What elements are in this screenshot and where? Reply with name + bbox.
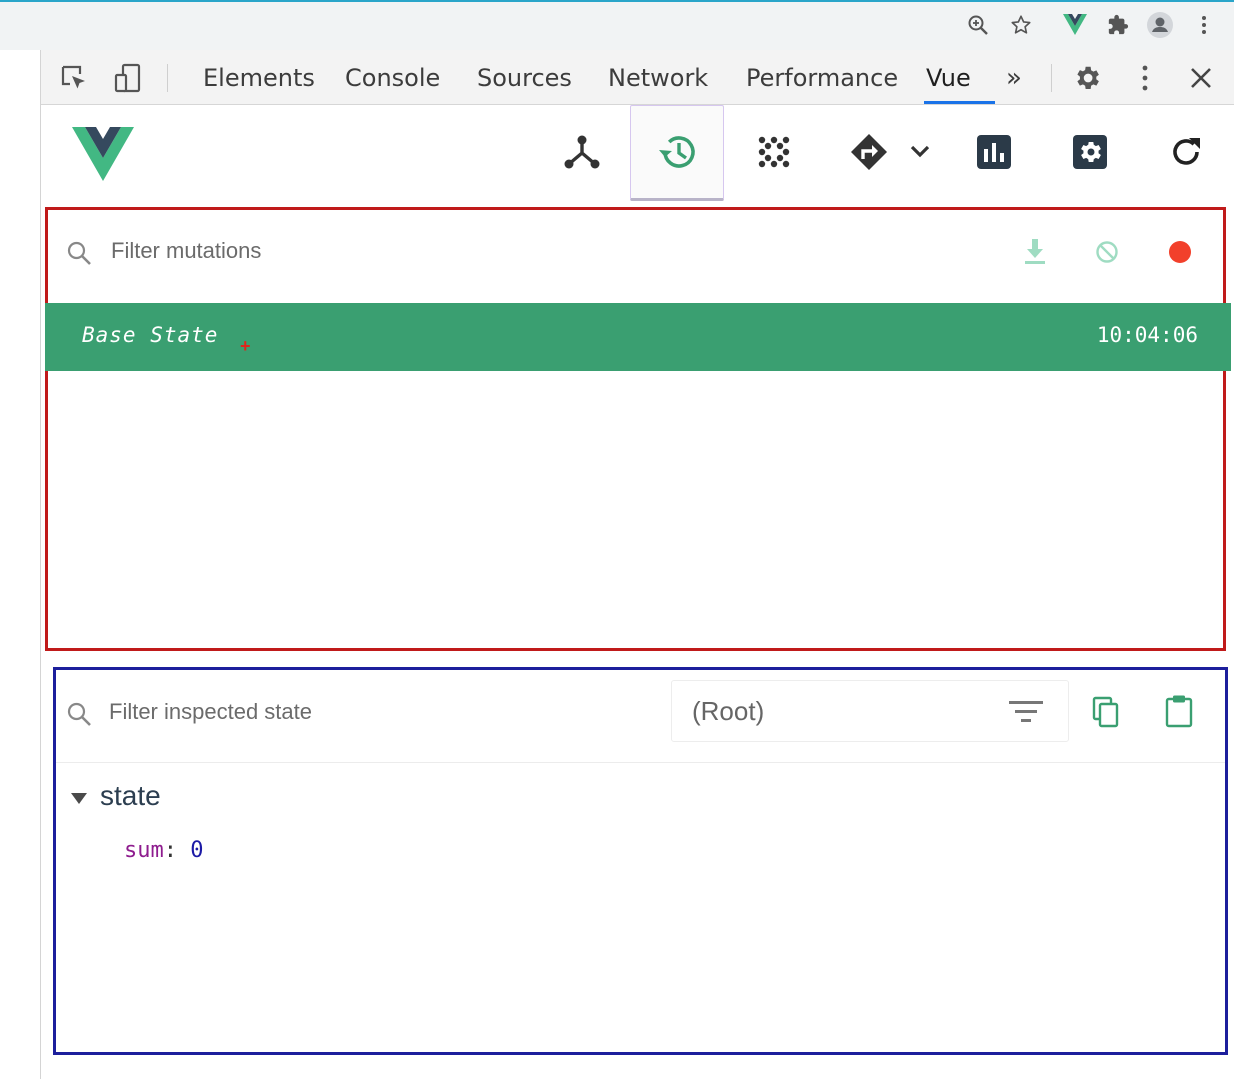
toolbar-divider bbox=[167, 64, 168, 92]
more-tabs-button[interactable]: » bbox=[1006, 50, 1022, 104]
timeline-tool-icon[interactable] bbox=[630, 105, 724, 201]
tab-sources[interactable]: Sources bbox=[477, 50, 572, 104]
devtools-menu-icon[interactable] bbox=[1130, 63, 1160, 93]
routing-tool-icon[interactable] bbox=[839, 105, 939, 199]
vuex-store-icon[interactable] bbox=[727, 105, 821, 199]
crosshair-cursor-icon: + bbox=[240, 336, 251, 356]
state-property[interactable]: sum: 0 bbox=[124, 838, 204, 863]
settings-gear-icon[interactable] bbox=[1072, 63, 1102, 93]
extensions-puzzle-icon[interactable] bbox=[1105, 12, 1131, 38]
refresh-icon[interactable] bbox=[1139, 105, 1233, 199]
state-section-label[interactable]: state bbox=[100, 780, 161, 812]
search-icon bbox=[66, 240, 92, 271]
clear-mutations-icon[interactable] bbox=[1095, 240, 1119, 269]
browser-menu-icon[interactable] bbox=[1191, 12, 1217, 38]
property-value: 0 bbox=[190, 838, 204, 863]
state-filter-input[interactable]: Filter inspected state bbox=[109, 699, 312, 725]
mutation-row[interactable]: Base State + 10:04:06 bbox=[45, 303, 1231, 371]
tab-elements[interactable]: Elements bbox=[203, 50, 315, 104]
state-inspector-panel: Filter inspected state (Root) state sum:… bbox=[53, 667, 1228, 1055]
filter-list-icon[interactable] bbox=[1008, 699, 1044, 730]
components-tool-icon[interactable] bbox=[535, 105, 629, 199]
vue-logo-icon bbox=[72, 127, 134, 186]
mutations-filter-placeholder[interactable]: Filter mutations bbox=[111, 238, 261, 264]
record-icon[interactable] bbox=[1168, 240, 1192, 269]
copy-icon[interactable] bbox=[1092, 696, 1120, 733]
tab-console[interactable]: Console bbox=[345, 50, 440, 104]
tab-vue[interactable]: Vue bbox=[924, 50, 995, 104]
page-viewport bbox=[0, 50, 41, 1079]
export-download-icon[interactable] bbox=[1023, 237, 1047, 270]
devtools-tab-bar: Elements Console Sources Network Perform… bbox=[41, 50, 1234, 105]
tab-performance[interactable]: Performance bbox=[746, 50, 898, 104]
mutation-label: Base State bbox=[82, 323, 219, 347]
browser-toolbar bbox=[0, 0, 1234, 50]
paste-clipboard-icon[interactable] bbox=[1165, 694, 1193, 733]
vue-extension-icon[interactable] bbox=[1062, 12, 1088, 38]
expand-triangle-icon[interactable] bbox=[71, 793, 87, 804]
zoom-icon[interactable] bbox=[965, 12, 991, 38]
vue-settings-icon[interactable] bbox=[1043, 105, 1137, 199]
inspect-element-icon[interactable] bbox=[59, 63, 89, 93]
device-toolbar-icon[interactable] bbox=[113, 63, 143, 93]
mutation-timestamp: 10:04:06 bbox=[1096, 323, 1198, 347]
state-filter-bar: Filter inspected state (Root) bbox=[56, 670, 1225, 763]
bookmark-star-icon[interactable] bbox=[1008, 12, 1034, 38]
property-key: sum bbox=[124, 838, 164, 863]
module-select[interactable]: (Root) bbox=[671, 680, 1069, 742]
search-icon bbox=[66, 701, 92, 732]
tab-network[interactable]: Network bbox=[608, 50, 708, 104]
mutations-timeline-panel: Filter mutations Base State + 10:04:06 bbox=[45, 207, 1231, 651]
performance-chart-icon[interactable] bbox=[947, 105, 1041, 199]
toolbar-divider bbox=[1051, 64, 1052, 92]
vue-devtools-toolbar bbox=[41, 105, 1234, 205]
module-select-value: (Root) bbox=[692, 696, 765, 726]
profile-avatar-icon[interactable] bbox=[1147, 12, 1173, 38]
property-colon: : bbox=[163, 838, 191, 863]
mutations-filter[interactable]: Filter mutations bbox=[48, 210, 1223, 298]
close-devtools-icon[interactable] bbox=[1186, 63, 1216, 93]
